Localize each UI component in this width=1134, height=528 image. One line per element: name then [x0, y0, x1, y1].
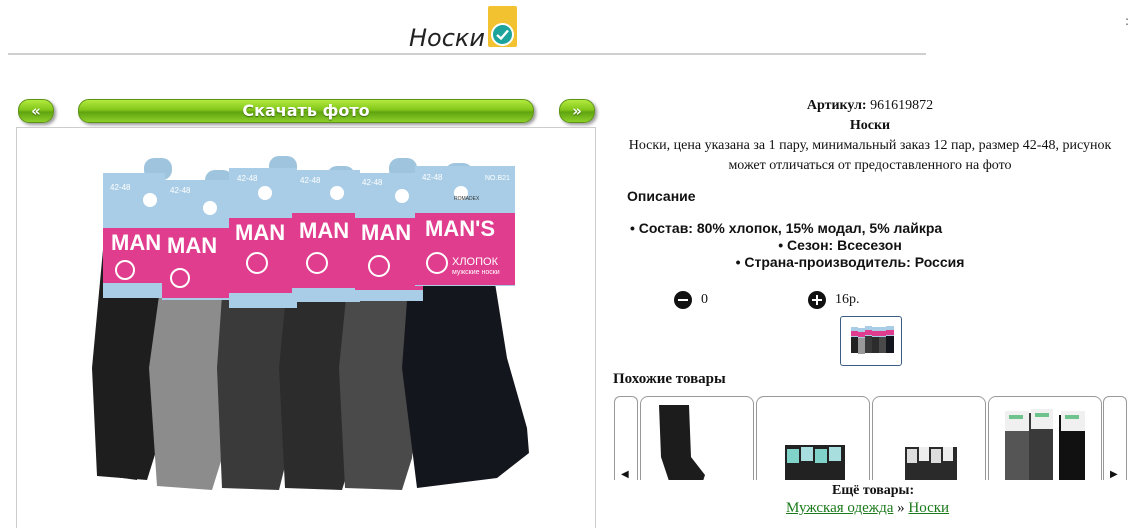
sku-row: Артикул: 961619872: [610, 96, 1130, 116]
attribute-list: • Состав: 80% хлопок, 15% модал, 5% лайк…: [610, 220, 1134, 271]
sku-value: 961619872: [870, 98, 934, 113]
breadcrumb: Мужская одежда » Носки: [786, 500, 949, 517]
download-photo-button[interactable]: Скачать фото: [78, 99, 534, 123]
brand-3: MAN: [235, 220, 285, 245]
attribute-item: • Сезон: Всесезон: [778, 237, 902, 253]
price: 16р.: [835, 292, 860, 307]
carousel-left-arrow[interactable]: ◀: [614, 396, 638, 487]
sku-label: Артикул:: [806, 98, 867, 113]
tag-size-2: 42-48: [170, 186, 191, 195]
brand-6: MAN'S: [425, 216, 495, 241]
arrow-right-icon: ▶: [1110, 469, 1118, 480]
more-products-label: Ещё товары:: [832, 483, 915, 498]
description-heading: Описание: [627, 188, 696, 204]
brand-4: MAN: [299, 218, 349, 243]
tag-size-6: 42-48: [422, 173, 443, 182]
attribute-item: • Страна-производитель: Россия: [735, 254, 965, 270]
prev-photo-button[interactable]: «: [18, 99, 54, 123]
tag-code: NO.B21: [485, 175, 510, 182]
breadcrumb-link-mens-clothing[interactable]: Мужская одежда: [786, 500, 893, 516]
photo-thumbnail[interactable]: [840, 316, 902, 366]
decrease-quantity-icon[interactable]: [674, 291, 692, 309]
product-name: Носки: [849, 118, 891, 133]
maker-label: ROMADEX: [454, 196, 480, 202]
product-photo: 42-48 42-48 42-48 42-48 42-48 42-48 NO.B…: [16, 127, 596, 528]
brand-1: MAN: [111, 230, 161, 255]
similar-products-heading: Похожие товары: [613, 371, 726, 387]
attribute-item: • Состав: 80% хлопок, 15% модал, 5% лайк…: [630, 220, 943, 236]
tag-size-1: 42-48: [110, 183, 131, 192]
subtitle-label: мужские носки: [452, 269, 500, 276]
product-info: Артикул: 961619872 Носки Носки, цена ука…: [610, 96, 1130, 176]
next-photo-button[interactable]: »: [559, 99, 595, 123]
quantity-value: 0: [701, 292, 708, 307]
similar-product-card[interactable]: [988, 396, 1102, 487]
similar-product-card[interactable]: [756, 396, 870, 487]
tag-size-3: 42-48: [237, 174, 258, 183]
material-label: ХЛОПОК: [452, 256, 499, 268]
arrow-left-icon: ◀: [621, 469, 629, 480]
increase-quantity-icon[interactable]: [808, 291, 826, 309]
tag-size-5: 42-48: [362, 178, 383, 187]
carousel-right-arrow[interactable]: ▶: [1103, 396, 1127, 487]
tag-size-4: 42-48: [300, 176, 321, 185]
header-divider: [8, 53, 926, 55]
similar-product-card[interactable]: [640, 396, 754, 487]
similar-product-card[interactable]: [872, 396, 986, 487]
corner-mark: :: [1125, 14, 1130, 28]
breadcrumb-separator: »: [893, 500, 909, 516]
product-description: Носки, цена указана за 1 пару, минимальн…: [628, 138, 1112, 173]
verified-check-icon: [488, 6, 517, 47]
brand-2: MAN: [167, 233, 217, 258]
breadcrumb-link-socks[interactable]: Носки: [908, 500, 949, 516]
brand-5: MAN: [361, 220, 411, 245]
page-title: Носки: [409, 24, 486, 52]
